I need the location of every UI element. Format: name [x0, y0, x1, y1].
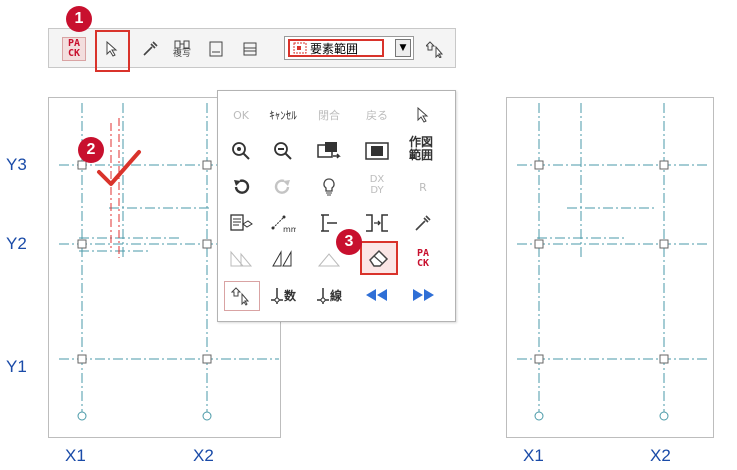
scope-value-box: 要素範囲 [288, 39, 384, 57]
tool-palette: OK ｷｬﾝｾﾙ 閉合 戻る 作図 範囲 DX DY R mm PA CK 数 … [217, 90, 456, 322]
cursor-icon [417, 107, 429, 123]
step-badge-1: 1 [66, 6, 92, 32]
line-button[interactable]: 線 [312, 281, 346, 309]
attribute-cursor-icon [426, 41, 444, 58]
layer-button[interactable] [235, 35, 265, 63]
ok-button[interactable]: OK [224, 101, 258, 129]
dxdy-button[interactable]: DX DY [360, 171, 394, 199]
line-marker-icon [316, 288, 329, 304]
attribute-cursor-icon [231, 287, 250, 306]
palette-eyedropper-button[interactable] [406, 209, 440, 237]
move-view-icon [317, 142, 341, 159]
checkmark-icon [97, 150, 141, 186]
undo-icon [234, 179, 250, 194]
triangle-icon [317, 253, 341, 267]
attribute-select-button[interactable] [224, 281, 260, 311]
redo-button[interactable] [266, 173, 300, 201]
measure-button[interactable]: mm [266, 209, 300, 237]
count-button[interactable]: 数 [266, 281, 300, 309]
previous-button[interactable] [360, 281, 394, 309]
fit-view-icon [365, 142, 389, 160]
undo-button[interactable] [224, 173, 258, 201]
eraser-icon [369, 249, 389, 267]
close-polygon-button[interactable]: 閉合 [312, 101, 346, 129]
offset-icon [366, 214, 388, 232]
cancel-button[interactable]: ｷｬﾝｾﾙ [266, 101, 300, 129]
layer-list-button[interactable] [224, 209, 258, 237]
right-drawing-panel[interactable] [506, 97, 714, 438]
step-badge-3: 3 [336, 229, 362, 255]
right-col-label-x2: X2 [650, 446, 671, 465]
chevron-down-icon[interactable]: ▼ [395, 39, 411, 57]
zoom-in-icon [232, 142, 250, 160]
copy-label: 複写 [172, 48, 191, 59]
pack-button[interactable]: PA CK [59, 35, 89, 63]
scope-value: 要素範囲 [310, 41, 359, 56]
palette-select-button[interactable] [406, 101, 440, 129]
next-button[interactable] [406, 281, 440, 309]
triangle-tool-1[interactable] [224, 245, 258, 273]
lightbulb-icon [323, 178, 335, 196]
eyedropper-button[interactable] [135, 35, 165, 63]
triangle-icon [272, 250, 292, 267]
range-icon [293, 42, 307, 54]
offset-button[interactable] [360, 209, 394, 237]
triangle-icon [230, 250, 253, 267]
move-view-button[interactable] [312, 137, 346, 165]
radius-button[interactable]: R [406, 173, 440, 201]
zoom-out-icon [274, 142, 292, 160]
eyedropper-icon [415, 215, 431, 231]
layer-icon [243, 42, 257, 56]
attribute-select-button[interactable] [421, 35, 451, 63]
palette-pack-button[interactable]: PA CK [406, 245, 440, 273]
scope-select[interactable]: 要素範囲 ▼ [284, 36, 414, 60]
back-button[interactable]: 戻る [360, 101, 394, 129]
row-label-y3: Y3 [6, 155, 27, 174]
zoom-out-button[interactable] [266, 137, 300, 165]
count-marker-icon [270, 288, 283, 304]
svg-text:mm: mm [283, 225, 296, 233]
hint-button[interactable] [312, 173, 346, 201]
copy-button[interactable]: 複写 [167, 35, 197, 63]
copy-icon [174, 40, 190, 48]
eyedropper-icon [143, 41, 158, 56]
page-icon [209, 41, 223, 57]
row-label-y1: Y1 [6, 357, 27, 376]
triangle-tool-2[interactable] [266, 245, 300, 273]
pack-icon: PA CK [62, 37, 86, 61]
measure-icon: mm [271, 215, 296, 233]
col-label-x1: X1 [65, 446, 86, 465]
rewind-icon [366, 289, 387, 301]
redo-icon [274, 179, 290, 194]
highlight-select-button [95, 30, 130, 72]
col-label-x2: X2 [193, 446, 214, 465]
right-col-label-x1: X1 [523, 446, 544, 465]
pack-icon: PA CK [416, 248, 430, 269]
eraser-button[interactable] [360, 241, 398, 275]
document-layer-icon [230, 214, 253, 231]
dimension-icon [321, 214, 337, 232]
right-grid [517, 103, 707, 421]
fast-forward-icon [413, 289, 434, 301]
zoom-in-button[interactable] [224, 137, 258, 165]
row-label-y2: Y2 [6, 234, 27, 253]
draw-range-button[interactable]: 作図 範囲 [404, 135, 438, 163]
page-button[interactable] [201, 35, 231, 63]
fit-view-button[interactable] [360, 137, 394, 165]
